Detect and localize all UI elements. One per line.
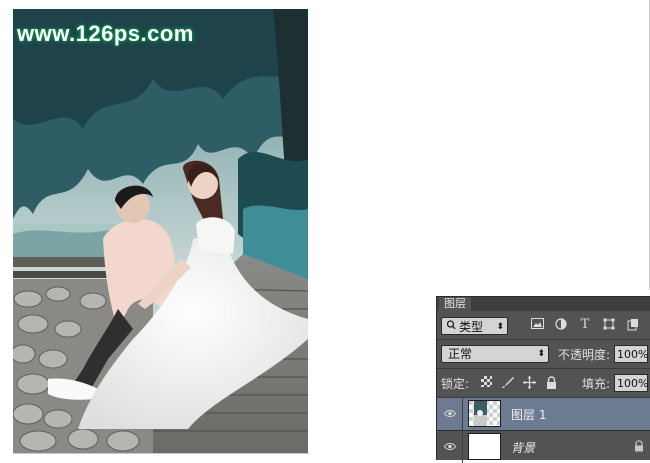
eye-icon (444, 443, 456, 450)
updown-arrows-icon: ⬍ (537, 349, 545, 359)
opacity-label: 不透明度: (558, 348, 611, 362)
opacity-input[interactable]: 100% (614, 345, 648, 363)
layer-name[interactable]: 图层 1 (511, 406, 546, 423)
lock-icon (635, 440, 643, 452)
filter-kind-select[interactable]: 类型 ⬍ (441, 317, 508, 335)
lock-pixels-icon[interactable] (500, 376, 514, 390)
panel-tab-bar: 图层 (437, 297, 650, 311)
watermark-text: www.126ps.com (17, 21, 194, 46)
blend-mode-select[interactable]: 正常 ⬍ (441, 345, 549, 363)
layer-filter-row: 类型 ⬍ T (437, 314, 650, 338)
tab-layers[interactable]: 图层 (439, 297, 471, 311)
canvas-photo: www.126ps.com (13, 9, 308, 453)
layer-thumbnail (468, 433, 501, 460)
type-filter-icon[interactable]: T (578, 318, 592, 332)
filter-kind-label: 类型 (459, 320, 484, 334)
fill-input[interactable]: 100% (614, 374, 648, 392)
updown-arrows-icon: ⬍ (496, 322, 504, 332)
layer-thumbnail (468, 400, 501, 427)
fill-label: 填充: (582, 377, 611, 391)
shape-filter-icon[interactable] (602, 318, 616, 332)
search-icon (446, 318, 456, 337)
canvas-bottom-edge (13, 453, 309, 454)
lock-fill-row: 锁定: 填充: 100% (437, 369, 650, 397)
visibility-toggle[interactable] (437, 398, 463, 430)
layers-panel: 图层 类型 ⬍ T 正常 ⬍ 不透明度: 100% 锁定: 填充: 100% 图… (436, 296, 650, 463)
blend-mode-value: 正常 (448, 347, 473, 361)
lock-all-icon[interactable] (544, 376, 558, 390)
adjustment-filter-icon[interactable] (554, 318, 568, 332)
layer-name[interactable]: 背景 (511, 439, 535, 456)
lock-label: 锁定: (441, 377, 470, 391)
lock-transparent-icon[interactable] (479, 376, 493, 390)
lock-position-icon[interactable] (522, 376, 536, 390)
image-filter-icon[interactable] (530, 318, 544, 332)
visibility-toggle[interactable] (437, 431, 463, 463)
layer-row-background[interactable]: 背景 (437, 431, 650, 463)
smart-object-filter-icon[interactable] (626, 318, 640, 332)
blend-opacity-row: 正常 ⬍ 不透明度: 100% (437, 340, 650, 368)
couple-photo (13, 9, 308, 453)
layer-row-layer-1[interactable]: 图层 1 (437, 398, 650, 430)
eye-icon (444, 410, 456, 417)
